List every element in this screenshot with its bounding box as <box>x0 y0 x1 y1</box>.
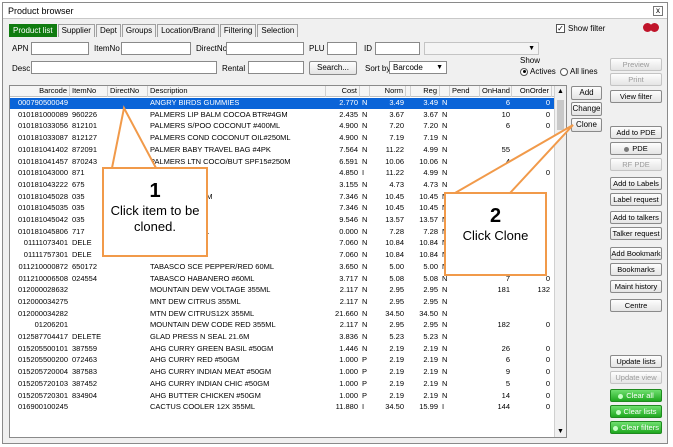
callout-2: 2 Click Clone <box>444 192 547 276</box>
callout-1-text: Click item to be cloned. <box>110 203 200 234</box>
callout-2-number: 2 <box>489 205 502 227</box>
callout-1: 1 Click item to be cloned. <box>102 167 208 257</box>
callout-1-number: 1 <box>149 180 161 202</box>
callout-1-pointer <box>110 105 158 169</box>
callout-pointers <box>110 105 574 194</box>
callout-2-text: Click Clone <box>462 228 529 243</box>
callout-2-pointer <box>451 124 574 194</box>
